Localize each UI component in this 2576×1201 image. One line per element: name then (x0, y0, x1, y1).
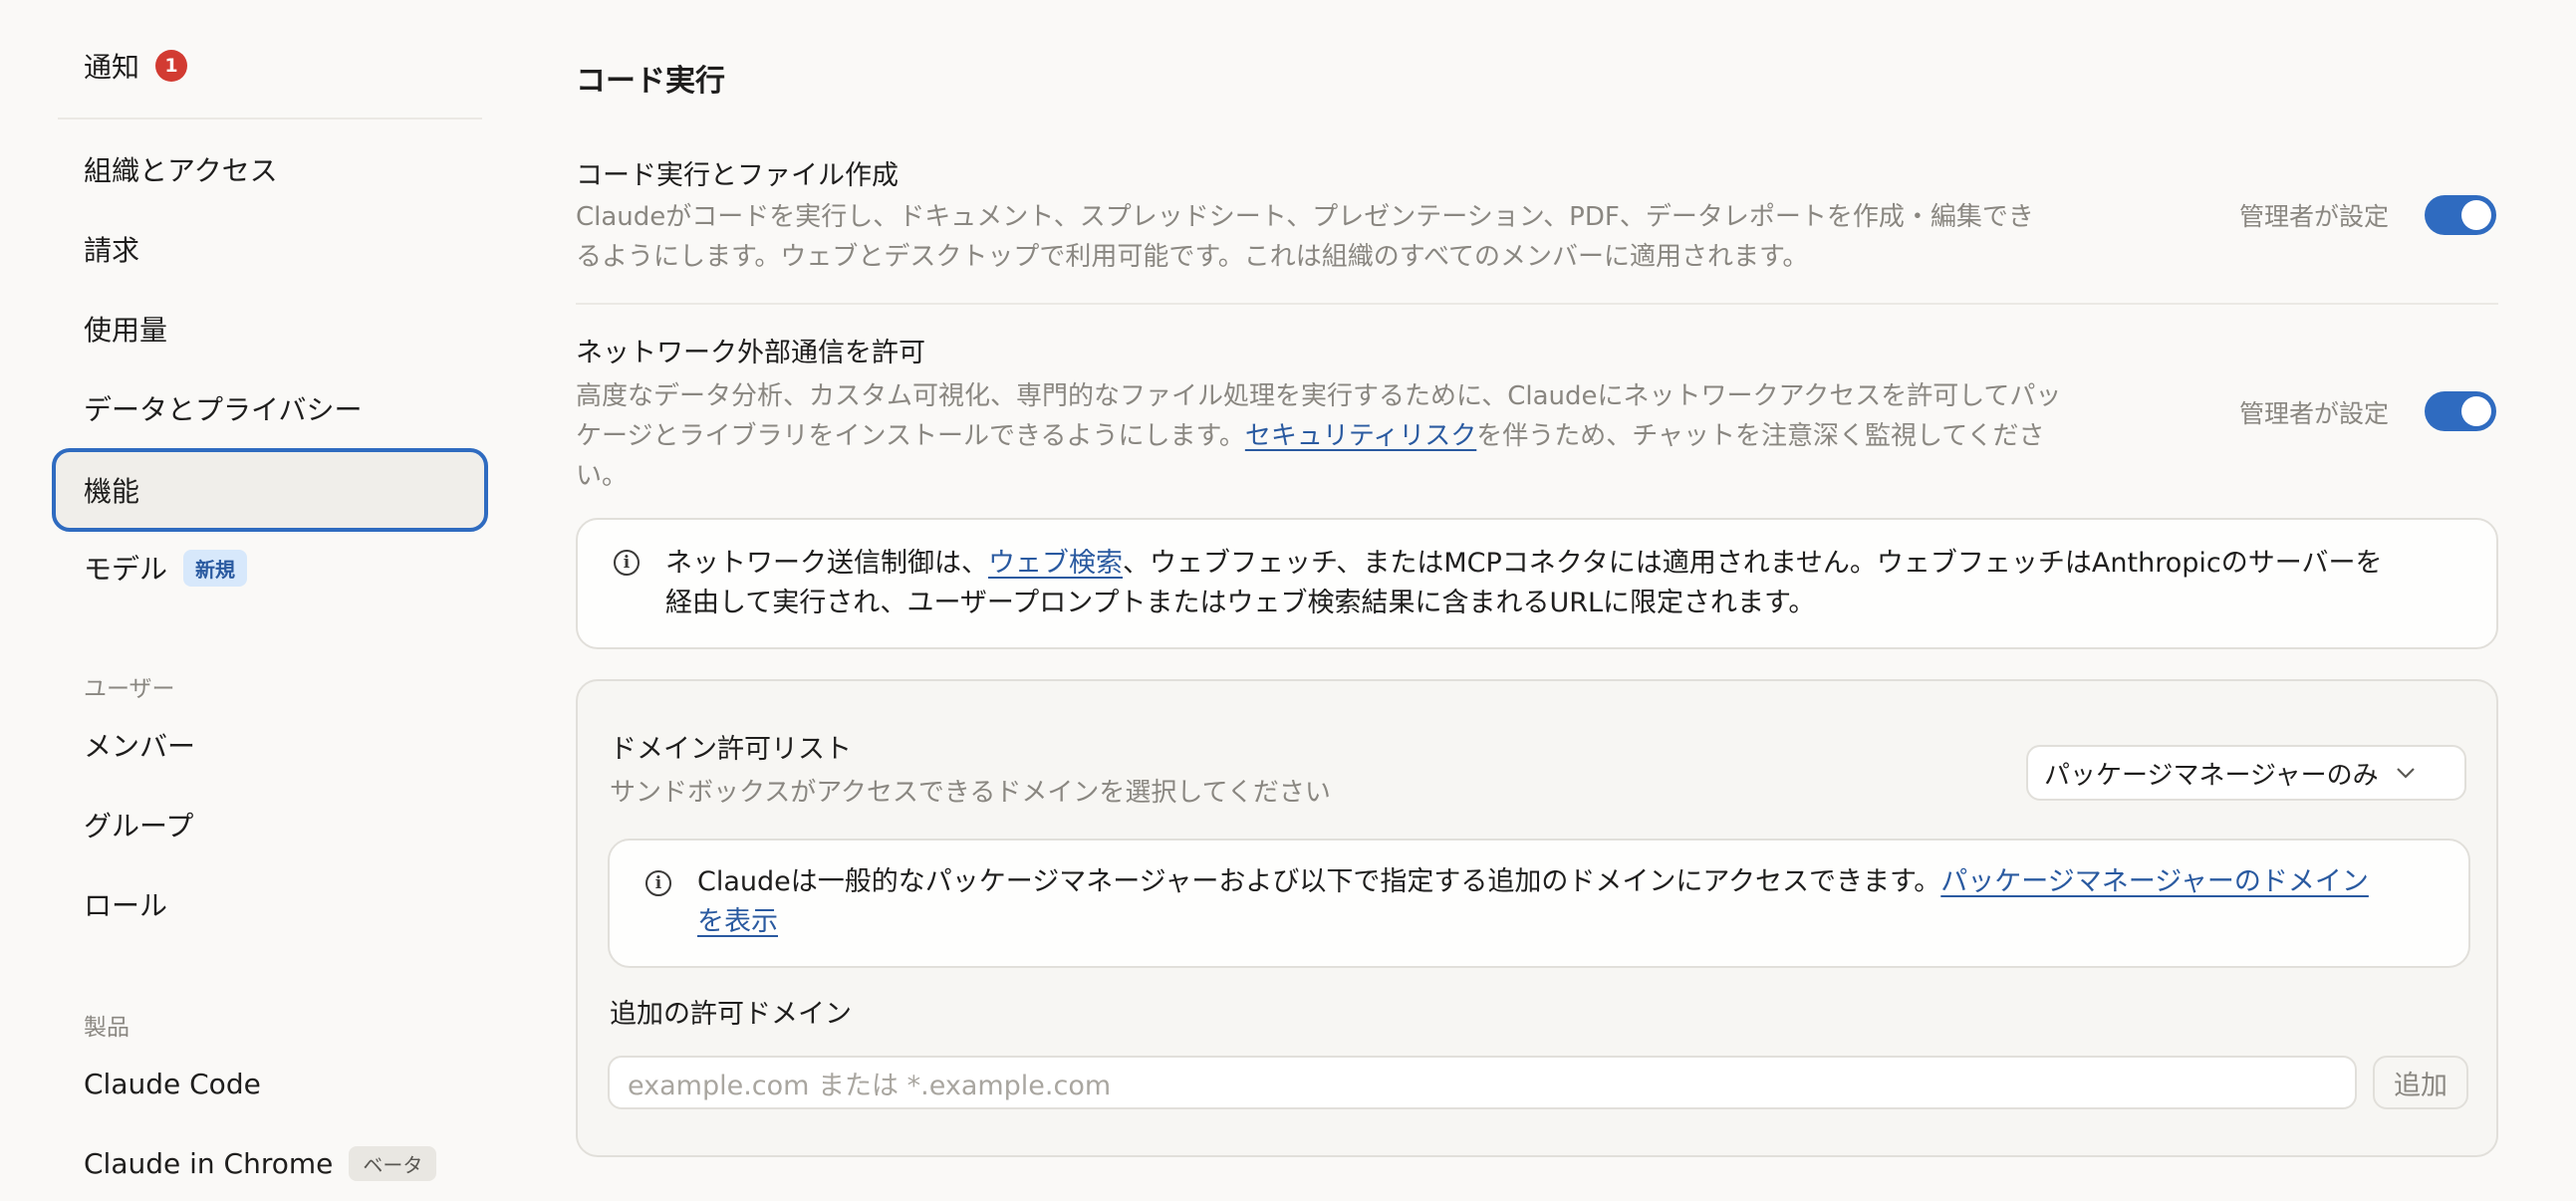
page-title: コード実行 (576, 64, 725, 99)
sidebar-section-users: ユーザー (84, 676, 175, 702)
code-exec-title: コード実行とファイル作成 (576, 160, 899, 191)
show-domains-link[interactable]: を表示 (697, 906, 778, 937)
domain-input[interactable]: example.com または *.example.com (608, 1056, 2357, 1109)
sidebar-item-features[interactable]: 機能 (52, 448, 488, 532)
select-value: パッケージマネージャーのみ (2044, 760, 2379, 791)
domain-allowlist-subtitle: サンドボックスがアクセスできるドメインを選択してください (610, 778, 1331, 808)
code-exec-description: Claudeがコードを実行し、ドキュメント、スプレッドシート、プレゼンテーション… (576, 197, 2170, 277)
section-divider (576, 303, 2498, 305)
sidebar-item-label: データとプライバシー (84, 393, 363, 426)
info-line: 経由して実行され、ユーザープロンプトまたはウェブ検索結果に含まれるURLに限定さ… (665, 588, 1816, 618)
sidebar-item-notifications[interactable]: 通知 1 (56, 28, 484, 104)
web-search-link[interactable]: ウェブ検索 (988, 548, 1123, 579)
sidebar-section-products: 製品 (84, 1015, 129, 1041)
extra-domains-title: 追加の許可ドメイン (610, 999, 852, 1030)
sidebar-item-usage[interactable]: 使用量 (56, 291, 484, 366)
sidebar-item-groups[interactable]: グループ (56, 787, 484, 862)
notification-count-badge: 1 (155, 50, 188, 82)
chevron-down-icon (2396, 768, 2415, 779)
info-circle-icon: i (645, 870, 671, 896)
sidebar-item-claude-in-chrome[interactable]: Claude in Chrome ベータ (56, 1125, 484, 1201)
toggle-knob (2461, 200, 2491, 230)
desc-line: Claudeがコードを実行し、ドキュメント、スプレッドシート、プレゼンテーション… (576, 202, 2034, 232)
sidebar-item-label: Claude in Chrome (84, 1146, 334, 1180)
new-badge: 新規 (183, 549, 248, 587)
domain-allowlist-title: ドメイン許可リスト (610, 734, 852, 765)
desc-text: を伴うため、チャットを注意深く監視してくださ (1476, 421, 2045, 451)
info-line: を表示 (697, 902, 2450, 942)
desc-line: い。 (576, 461, 629, 491)
sidebar-item-roles[interactable]: ロール (56, 866, 484, 942)
sidebar-item-label: 組織とアクセス (84, 154, 278, 187)
network-title: ネットワーク外部通信を許可 (576, 338, 925, 368)
sidebar-divider (58, 118, 482, 120)
toggle-knob (2461, 396, 2491, 426)
info-text-part: ネットワーク送信制御は、 (665, 548, 988, 579)
sidebar-item-label: 請求 (84, 234, 140, 267)
sidebar-item-label: 使用量 (84, 314, 168, 347)
security-risk-link[interactable]: セキュリティリスク (1245, 421, 1476, 451)
sidebar-item-label: グループ (84, 810, 194, 842)
sidebar-item-models[interactable]: モデル 新規 (56, 530, 484, 605)
network-info-text: ネットワーク送信制御は、ウェブ検索、ウェブフェッチ、またはMCPコネクタには適用… (665, 544, 2478, 623)
info-text-part: 、ウェブフェッチ、またはMCPコネクタには適用されません。ウェブフェッチはAnt… (1123, 548, 2383, 579)
admin-set-label: 管理者が設定 (2239, 399, 2390, 428)
info-text-part: Claudeは一般的なパッケージマネージャーおよび以下で指定する追加のドメインに… (697, 866, 1941, 897)
desc-text: ケージとライブラリをインストールできるようにします。 (576, 421, 1245, 451)
sidebar-item-billing[interactable]: 請求 (56, 211, 484, 287)
sidebar-item-label: 機能 (84, 475, 140, 508)
package-manager-domains-link[interactable]: パッケージマネージャーのドメイン (1940, 866, 2369, 897)
sidebar-item-label: ロール (84, 889, 168, 922)
sidebar-item-label: メンバー (84, 730, 196, 763)
desc-line: ケージとライブラリをインストールできるようにします。セキュリティリスクを伴うため… (576, 416, 2190, 456)
add-domain-button[interactable]: 追加 (2373, 1056, 2468, 1109)
beta-badge: ベータ (349, 1145, 437, 1181)
sidebar-item-label: モデル (84, 553, 168, 586)
network-toggle[interactable] (2425, 391, 2496, 431)
domain-info-box: i Claudeは一般的なパッケージマネージャーおよび以下で指定する追加のドメイ… (608, 839, 2470, 968)
domain-info-text: Claudeは一般的なパッケージマネージャーおよび以下で指定する追加のドメインに… (697, 862, 2450, 942)
code-exec-toggle[interactable] (2425, 195, 2496, 235)
admin-set-label: 管理者が設定 (2239, 202, 2390, 231)
network-description: 高度なデータ分析、カスタム可視化、専門的なファイル処理を実行するために、Clau… (576, 376, 2190, 496)
sidebar: 通知 1 組織とアクセス 請求 使用量 データとプライバシー 機能 モデル 新規… (0, 0, 498, 1195)
sidebar-item-members[interactable]: メンバー (56, 707, 484, 783)
desc-line: 高度なデータ分析、カスタム可視化、専門的なファイル処理を実行するために、Clau… (576, 381, 2062, 411)
info-line: Claudeは一般的なパッケージマネージャーおよび以下で指定する追加のドメインに… (697, 862, 2450, 902)
network-info-box: i ネットワーク送信制御は、ウェブ検索、ウェブフェッチ、またはMCPコネクタには… (576, 518, 2498, 649)
sidebar-item-org-access[interactable]: 組織とアクセス (56, 131, 484, 207)
domain-allowlist-panel: ドメイン許可リスト サンドボックスがアクセスできるドメインを選択してください パ… (576, 679, 2498, 1157)
sidebar-item-label: Claude Code (84, 1067, 261, 1100)
sidebar-item-claude-code[interactable]: Claude Code (56, 1046, 484, 1121)
info-circle-icon: i (614, 550, 640, 576)
sidebar-item-label: 通知 (84, 51, 140, 84)
domain-scope-select[interactable]: パッケージマネージャーのみ (2026, 745, 2466, 801)
info-line: ネットワーク送信制御は、ウェブ検索、ウェブフェッチ、またはMCPコネクタには適用… (665, 544, 2478, 584)
sidebar-item-data-privacy[interactable]: データとプライバシー (56, 370, 484, 446)
desc-line: るようにします。ウェブとデスクトップで利用可能です。これは組織のすべてのメンバー… (576, 242, 1809, 272)
